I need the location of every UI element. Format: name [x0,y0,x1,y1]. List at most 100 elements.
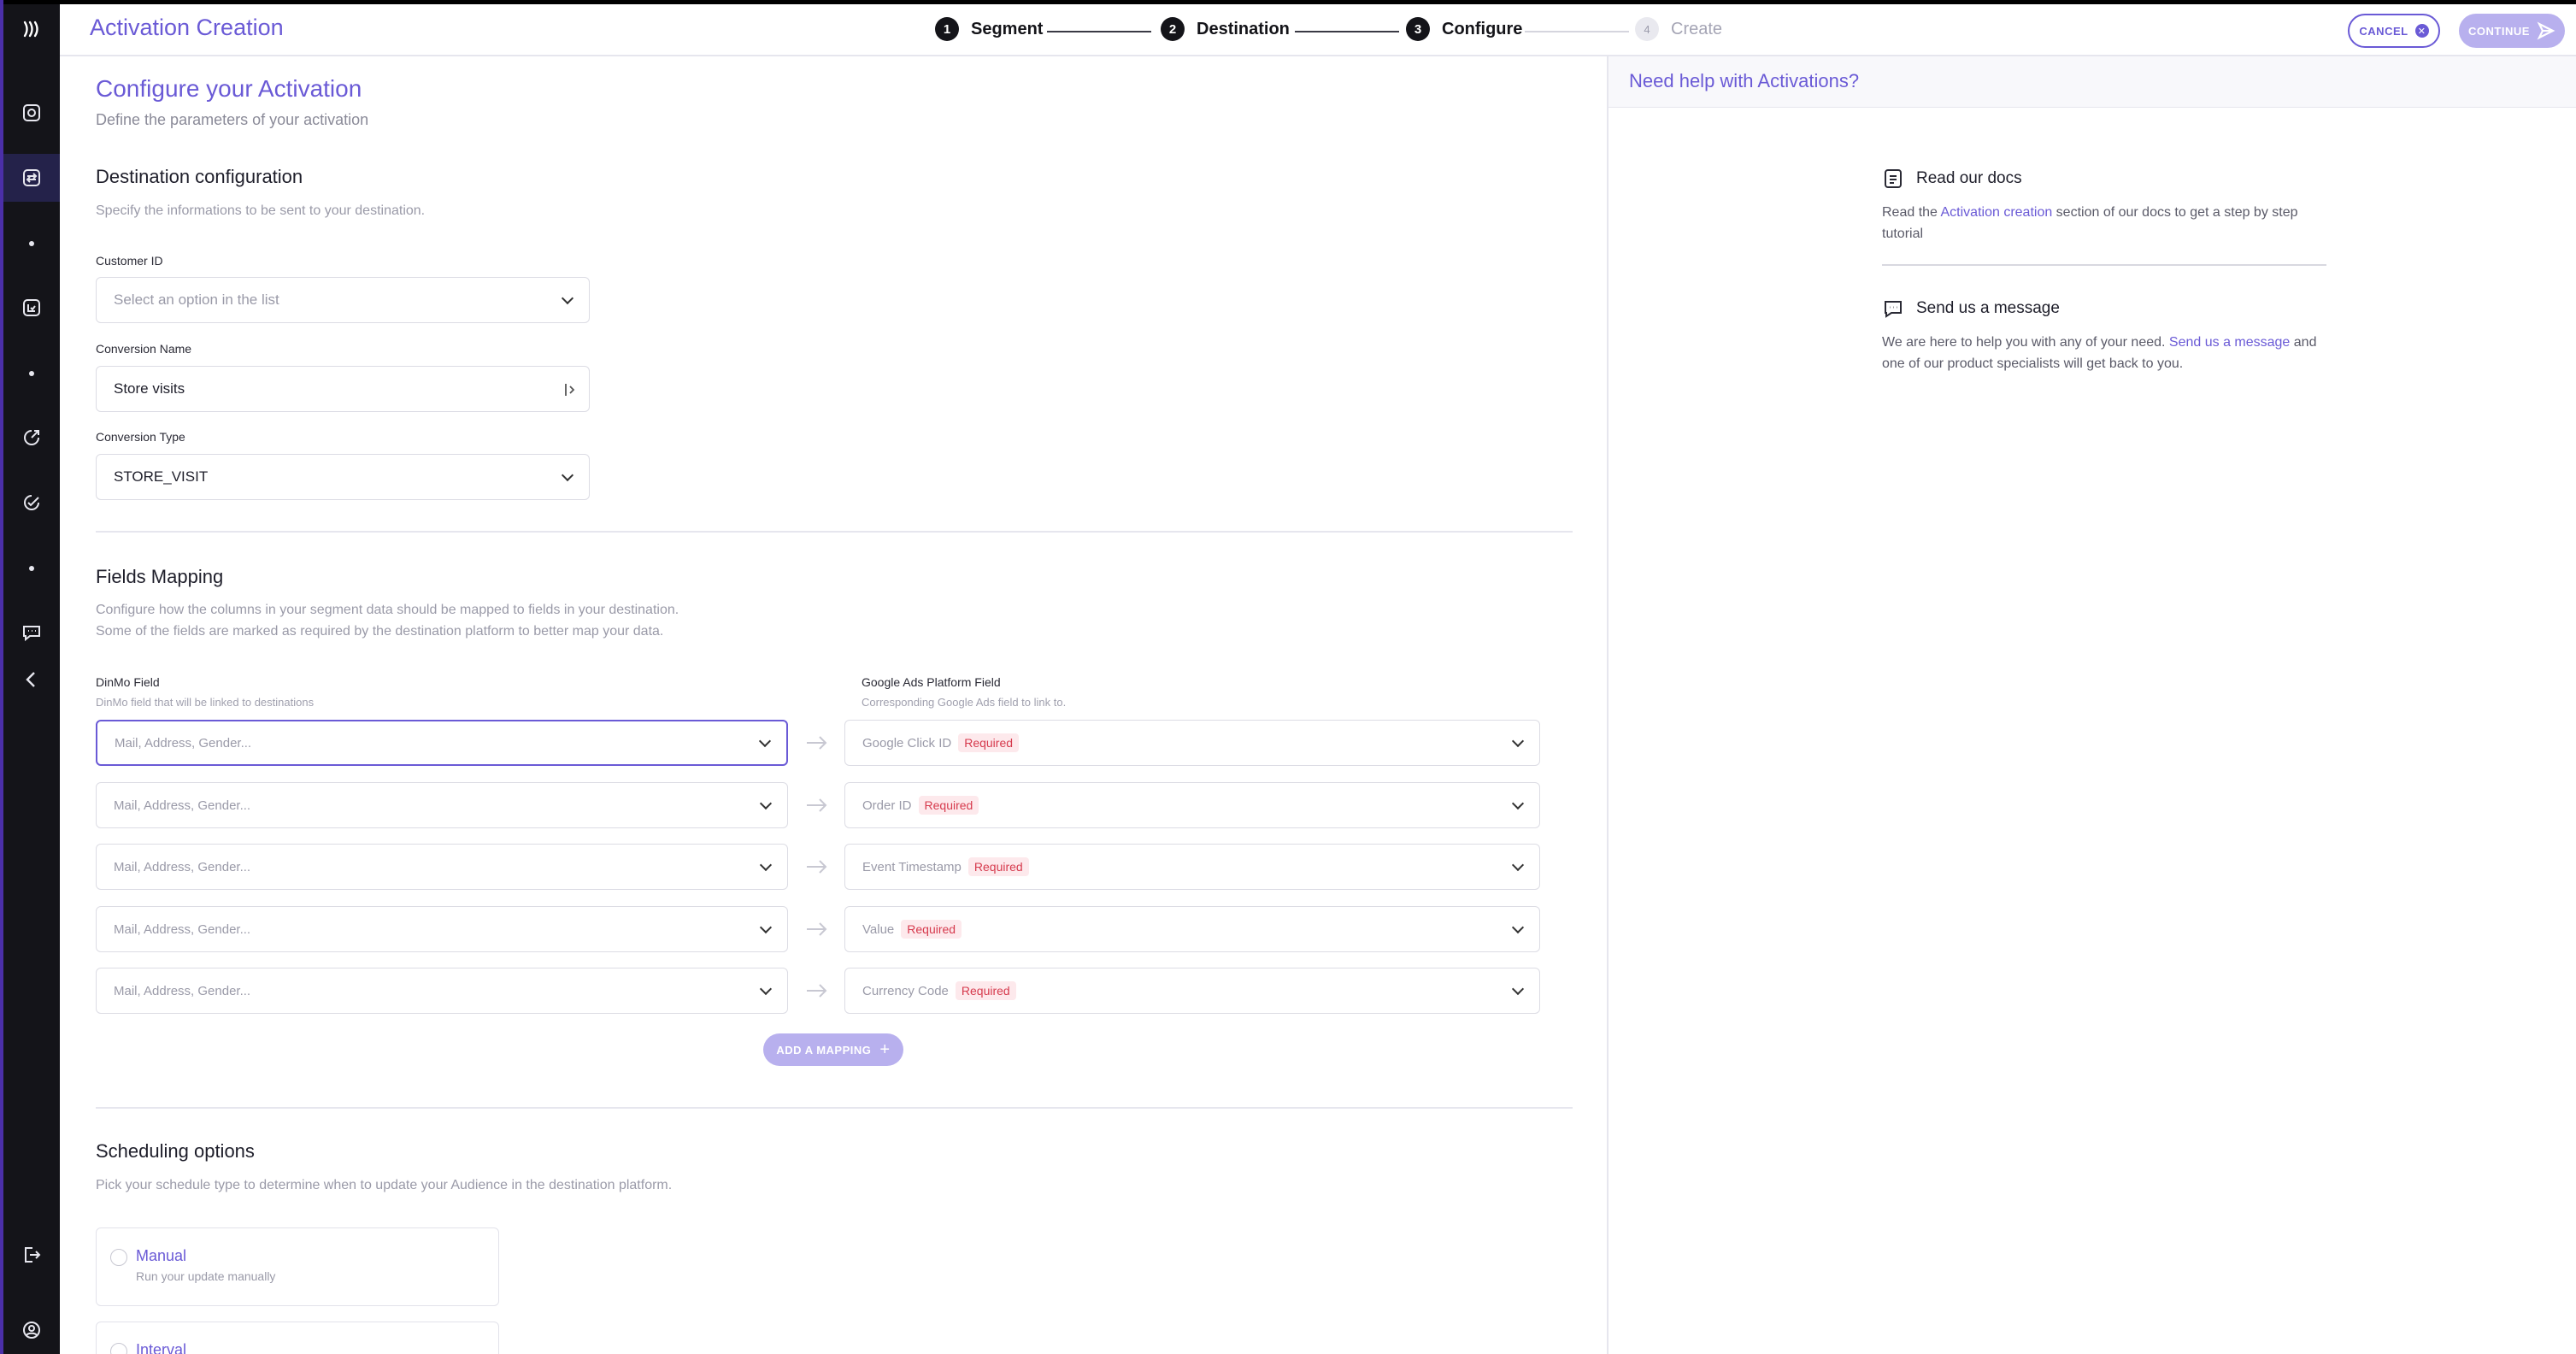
fields-mapping-description-line1: Configure how the columns in your segmen… [96,603,679,617]
top-bar: Activation Creation 1 Segment 2 Destinat… [60,0,2576,56]
help-message-text: We are here to help you with any of your… [1882,332,2326,374]
dest-field-name: Event Timestamp [862,859,962,874]
logo-icon[interactable] [3,5,60,53]
fields-mapping-description: Configure how the columns in your segmen… [96,599,679,642]
required-badge: Required [958,733,1020,752]
destination-config-heading: Destination configuration [96,166,303,187]
conversion-name-input[interactable]: Store visits [96,366,590,412]
nav-data-icon[interactable] [3,284,60,332]
conversion-type-select[interactable]: STORE_VISIT [96,454,590,500]
conversion-name-value: Store visits [114,380,185,397]
help-docs-text: Read the Activation creation section of … [1882,202,2326,244]
page-title: Configure your Activation [96,75,362,102]
add-mapping-label: ADD A MAPPING [776,1043,872,1057]
close-icon: ✕ [2414,24,2429,38]
dest-column-subtitle: Corresponding Google Ads field to link t… [862,696,1067,709]
conversion-type-value: STORE_VISIT [114,468,209,485]
source-field-select[interactable]: Mail, Address, Gender... [96,720,788,766]
rail-top-strip [3,0,60,4]
logout-icon[interactable] [3,1231,60,1279]
variable-picker-icon[interactable] [563,382,577,397]
sidebar-rail [0,0,60,1354]
dest-field-name: Order ID [862,798,912,813]
continue-label: CONTINUE [2468,24,2530,38]
nav-dot [29,241,34,246]
dest-field-select[interactable]: Value Required [844,906,1540,952]
nav-instagram-icon[interactable] [3,89,60,137]
step-label: Create [1671,19,1723,38]
step-create[interactable]: 4 Create [1635,16,1722,42]
dest-field-select[interactable]: Order ID Required [844,782,1540,828]
source-field-placeholder: Mail, Address, Gender... [114,921,251,937]
help-message-title-row: Send us a message [1882,297,2326,320]
radio-button[interactable] [110,1343,127,1354]
conversion-type-label: Conversion Type [96,430,185,444]
schedule-option-manual[interactable]: Manual Run your update manually [96,1227,499,1306]
chevron-down-icon [1511,921,1525,934]
collapse-chevron-icon[interactable] [3,656,60,703]
page-subtitle: Define the parameters of your activation [96,111,369,128]
step-number: 1 [935,17,959,41]
step-label: Configure [1442,19,1523,38]
help-header: Need help with Activations? [1609,56,2576,108]
add-mapping-button[interactable]: ADD A MAPPING + [763,1033,903,1066]
customer-id-label: Customer ID [96,254,163,268]
fields-mapping-description-line2: Some of the fields are marked as require… [96,624,664,639]
source-field-select[interactable]: Mail, Address, Gender... [96,844,788,890]
step-connector [1047,31,1151,32]
plus-icon: + [879,1039,891,1059]
nav-check-icon[interactable] [3,479,60,527]
required-badge: Required [918,796,979,815]
chevron-down-icon [1511,982,1525,996]
customer-id-select[interactable]: Select an option in the list [96,277,590,323]
step-connector [1525,31,1629,32]
dest-field-select[interactable]: Google Click ID Required [844,720,1540,766]
account-icon[interactable] [3,1306,60,1354]
source-column-title: DinMo Field [96,675,160,689]
activation-creation-link[interactable]: Activation creation [1941,205,2053,220]
nav-export-icon[interactable] [3,414,60,462]
customer-id-placeholder: Select an option in the list [114,291,279,308]
nav-dot [29,371,34,376]
help-message-text-before: We are here to help you with any of your… [1882,335,2169,350]
cancel-label: CANCEL [2359,24,2408,38]
schedule-option-subtitle: Run your update manually [136,1269,276,1283]
cancel-button[interactable]: CANCEL ✕ [2348,14,2440,48]
app-title: Activation Creation [90,15,284,40]
send-message-link[interactable]: Send us a message [2169,335,2290,350]
schedule-option-interval[interactable]: Interval [96,1322,499,1354]
dest-field-select[interactable]: Currency Code Required [844,968,1540,1014]
chevron-down-icon [1511,797,1525,810]
step-label: Segment [971,19,1044,38]
step-configure[interactable]: 3 Configure [1406,16,1522,42]
radio-button[interactable] [110,1249,127,1266]
step-number: 4 [1635,17,1659,41]
required-badge: Required [955,981,1016,1000]
schedule-option-title: Manual [136,1247,187,1264]
continue-button[interactable]: CONTINUE [2459,14,2565,48]
dest-field-select[interactable]: Event Timestamp Required [844,844,1540,890]
chevron-down-icon [1511,858,1525,872]
step-number: 2 [1161,17,1185,41]
step-destination[interactable]: 2 Destination [1161,16,1290,42]
fields-mapping-heading: Fields Mapping [96,566,224,587]
conversion-name-label: Conversion Name [96,342,192,356]
nav-activations-icon[interactable] [3,154,60,202]
step-connector [1295,31,1399,32]
help-title: Need help with Activations? [1629,70,1860,91]
required-badge: Required [901,920,962,939]
source-field-select[interactable]: Mail, Address, Gender... [96,782,788,828]
source-field-select[interactable]: Mail, Address, Gender... [96,906,788,952]
help-docs-title-row: Read our docs [1882,168,2326,190]
step-label: Destination [1197,19,1290,38]
source-field-placeholder: Mail, Address, Gender... [114,859,251,874]
nav-messages-icon[interactable] [3,609,60,656]
dest-field-name: Value [862,921,895,937]
schedule-option-title: Interval [136,1341,187,1354]
dest-column-title: Google Ads Platform Field [862,675,1001,689]
step-segment[interactable]: 1 Segment [935,16,1043,42]
source-field-placeholder: Mail, Address, Gender... [114,983,251,998]
send-icon [2537,21,2555,40]
help-docs-block: Read our docs Read the Activation creati… [1882,168,2326,244]
source-field-select[interactable]: Mail, Address, Gender... [96,968,788,1014]
